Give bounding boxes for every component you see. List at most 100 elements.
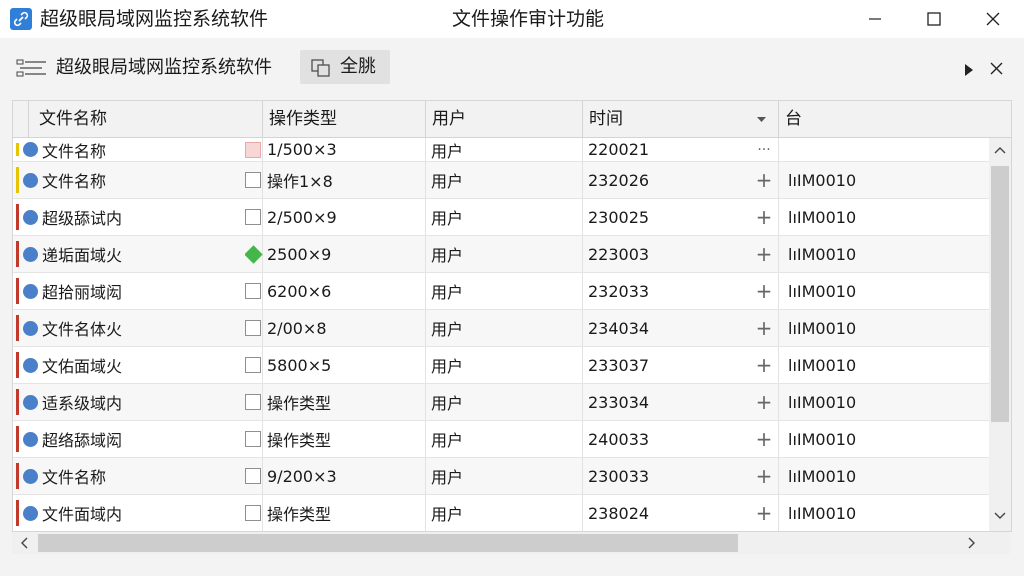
row-checkbox[interactable]	[245, 357, 261, 373]
cell-operation: 操作类型	[245, 495, 423, 531]
column-divider	[425, 162, 426, 198]
table-row[interactable]: 文件名体火 2/00×8 用户 234034 + lıIM0010	[13, 310, 989, 347]
column-divider	[582, 138, 583, 161]
row-checkbox[interactable]	[245, 283, 261, 299]
column-header-time-label: 时间	[589, 109, 623, 129]
column-header-op[interactable]: 操作类型	[263, 101, 426, 137]
cell-file-name: 超拾丽域闳	[23, 273, 261, 309]
row-checkbox[interactable]	[245, 468, 261, 484]
column-divider	[425, 138, 426, 161]
table-row[interactable]: 超络舔域闳 操作类型 用户 240033 + lıIM0010	[13, 421, 989, 458]
row-checkbox[interactable]	[245, 505, 261, 521]
copy-icon	[311, 59, 331, 81]
maximize-button[interactable]	[905, 0, 963, 38]
operation-text: 2500×9	[267, 244, 332, 264]
operation-text: 2/500×9	[267, 207, 337, 227]
row-checkbox[interactable]	[245, 172, 261, 188]
table-row[interactable]: 适系级域内 操作类型 用户 233034 + lıIM0010	[13, 384, 989, 421]
column-divider	[425, 384, 426, 420]
file-name-text: 文件名体火	[42, 320, 123, 339]
select-all-label: 全脁	[340, 56, 376, 77]
row-status-marker	[16, 204, 19, 230]
table-row[interactable]: 超拾丽域闳 6200×6 用户 232033 + lıIM0010	[13, 273, 989, 310]
column-header-user[interactable]: 用户	[426, 101, 583, 137]
chevron-up-icon[interactable]	[994, 146, 1006, 154]
table-row[interactable]: 超级舔试内 2/500×9 用户 230025 + lıIM0010	[13, 199, 989, 236]
table-row[interactable]: 递垢面域火 2500×9 用户 223003 + lıIM0010	[13, 236, 989, 273]
more-options-button[interactable]: ···	[749, 138, 779, 161]
column-divider	[582, 273, 583, 309]
close-window-button[interactable]	[964, 0, 1022, 38]
row-checkbox[interactable]	[245, 209, 261, 225]
file-status-icon	[23, 246, 38, 262]
row-checkbox[interactable]	[245, 141, 261, 158]
row-status-marker	[16, 143, 19, 156]
cell-user: 用户	[431, 431, 464, 450]
chevron-left-icon[interactable]	[20, 537, 28, 549]
expand-plus-button[interactable]: +	[749, 458, 779, 494]
row-checkbox[interactable]	[245, 394, 261, 410]
cell-file-name: 文件名称	[23, 458, 261, 494]
table-row[interactable]: 文件名称 9/200×3 用户 230033 + lıIM0010	[13, 458, 989, 495]
table-row[interactable]: 文件面域内 操作类型 用户 238024 + lıIM0010	[13, 495, 989, 531]
cell-user: 用户	[431, 246, 464, 265]
cell-file-name: 超络舔域闳	[23, 421, 261, 457]
table-row[interactable]: 文佑面域火 5800×5 用户 233037 + lıIM0010	[13, 347, 989, 384]
operation-text: 1/500×3	[267, 140, 337, 159]
row-status-marker	[16, 500, 19, 526]
cell-operation: 2500×9	[245, 236, 423, 272]
vertical-scrollbar[interactable]	[989, 138, 1011, 531]
table-row[interactable]: 文件名称 1/500×3 用户 220021 ···	[13, 138, 989, 162]
cell-operation: 6200×6	[245, 273, 423, 309]
column-header-extra[interactable]: 台	[779, 101, 1011, 137]
column-header-name[interactable]: 文件名称	[29, 101, 263, 137]
table-row[interactable]: 文件名称 操作1×8 用户 232026 + lıIM0010	[13, 162, 989, 199]
expand-plus-button[interactable]: +	[749, 310, 779, 346]
toolbar: 超级眼局域网监控系统软件 全脁	[0, 44, 1024, 90]
cell-user: 用户	[431, 141, 464, 161]
expand-plus-button[interactable]: +	[749, 199, 779, 235]
chevron-right-icon[interactable]	[968, 537, 976, 549]
horizontal-scroll-thumb[interactable]	[38, 534, 738, 552]
horizontal-scrollbar[interactable]	[12, 532, 1010, 554]
cell-device-code: lıIM0010	[788, 318, 857, 338]
cell-operation: 1/500×3	[245, 138, 423, 161]
maximize-icon	[927, 12, 941, 26]
cell-operation: 9/200×3	[245, 458, 423, 494]
row-status-marker	[16, 315, 19, 341]
chevron-down-icon[interactable]	[994, 512, 1006, 520]
expand-plus-button[interactable]: +	[749, 384, 779, 420]
row-checkbox[interactable]	[245, 431, 261, 447]
expand-plus-button[interactable]: +	[749, 162, 779, 198]
select-all-button[interactable]: 全脁	[300, 50, 390, 84]
column-divider	[425, 347, 426, 383]
cell-operation: 操作类型	[245, 384, 423, 420]
expand-plus-button[interactable]: +	[749, 236, 779, 272]
expand-plus-button[interactable]: +	[749, 495, 779, 531]
column-header-time[interactable]: 时间	[583, 101, 779, 137]
minimize-button[interactable]	[846, 0, 904, 38]
cell-user: 用户	[431, 505, 464, 524]
expand-plus-button[interactable]: +	[749, 347, 779, 383]
cell-user: 用户	[431, 209, 464, 228]
vertical-scroll-thumb[interactable]	[991, 166, 1009, 422]
row-checkbox[interactable]	[245, 320, 261, 336]
window-center-title: 文件操作审计功能	[452, 8, 605, 30]
expand-plus-button[interactable]: +	[749, 421, 779, 457]
row-status-marker	[16, 241, 19, 267]
file-status-icon	[23, 468, 38, 484]
cell-device-code: lıIM0010	[788, 207, 857, 227]
column-divider	[582, 421, 583, 457]
list-menu-icon[interactable]	[16, 59, 48, 83]
cell-device-code: lıIM0010	[788, 392, 857, 412]
row-status-marker	[16, 278, 19, 304]
cell-device-code: lıIM0010	[788, 355, 857, 375]
cell-time: 234034	[588, 318, 650, 338]
column-divider	[582, 347, 583, 383]
column-divider	[582, 236, 583, 272]
file-name-text: 递垢面域火	[42, 246, 123, 265]
table-body: 文件名称 1/500×3 用户 220021 ··· 文件名称 操作1×8 用户 232026 +…	[13, 138, 989, 531]
close-panel-icon[interactable]	[990, 60, 1003, 79]
expand-plus-button[interactable]: +	[749, 273, 779, 309]
play-icon[interactable]	[964, 61, 974, 80]
